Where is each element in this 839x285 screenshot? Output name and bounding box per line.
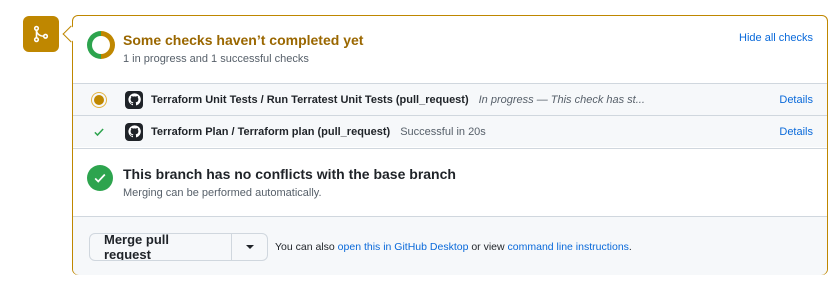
details-link[interactable]: Details [779,126,813,138]
or-view-text: or view [471,241,505,253]
checks-summary: 1 in progress and 1 successful checks [123,53,309,65]
checks-title: Some checks haven’t completed yet [123,32,364,48]
branch-status-subtitle: Merging can be performed automatically. [123,187,322,199]
merge-pull-request-button[interactable]: Merge pull request [90,234,231,260]
check-status [73,84,125,115]
github-logo-icon [125,122,143,141]
hide-all-checks-link[interactable]: Hide all checks [739,32,813,44]
branch-status-title: This branch has no conflicts with the ba… [123,166,456,182]
caret-down-icon [245,245,254,249]
github-desktop-link[interactable]: open this in GitHub Desktop [338,241,469,253]
check-row: Terraform Plan / Terraform plan (pull_re… [73,115,827,147]
github-logo-icon [125,90,143,109]
alternative-merge-text: You can also open this in GitHub Desktop… [275,241,632,253]
command-line-instructions-link[interactable]: command line instructions [508,241,629,253]
merge-button-group: Merge pull request [89,233,268,261]
checks-header: Some checks haven’t completed yet 1 in p… [73,16,827,83]
merge-options-button[interactable] [231,234,267,260]
check-description: Successful in 20s [400,125,486,138]
merge-section: Merge pull request You can also open thi… [73,216,827,275]
period-text: . [628,241,632,253]
branch-status-section: This branch has no conflicts with the ba… [73,148,827,216]
details-link[interactable]: Details [779,94,813,106]
check-name: Terraform Unit Tests / Run Terratest Uni… [151,93,469,106]
also-prefix: You can also [275,241,335,253]
check-status [73,116,125,147]
check-status-donut-icon [87,31,115,59]
pending-dot-icon [94,94,104,105]
git-merge-icon [23,16,59,52]
check-name: Terraform Plan / Terraform plan (pull_re… [151,125,391,138]
merge-status-panel: Some checks haven’t completed yet 1 in p… [72,15,828,275]
check-icon [94,127,104,136]
check-row: Terraform Unit Tests / Run Terratest Uni… [73,83,827,115]
success-circle-icon [87,165,113,191]
check-description: In progress — This check has st... [478,93,645,106]
